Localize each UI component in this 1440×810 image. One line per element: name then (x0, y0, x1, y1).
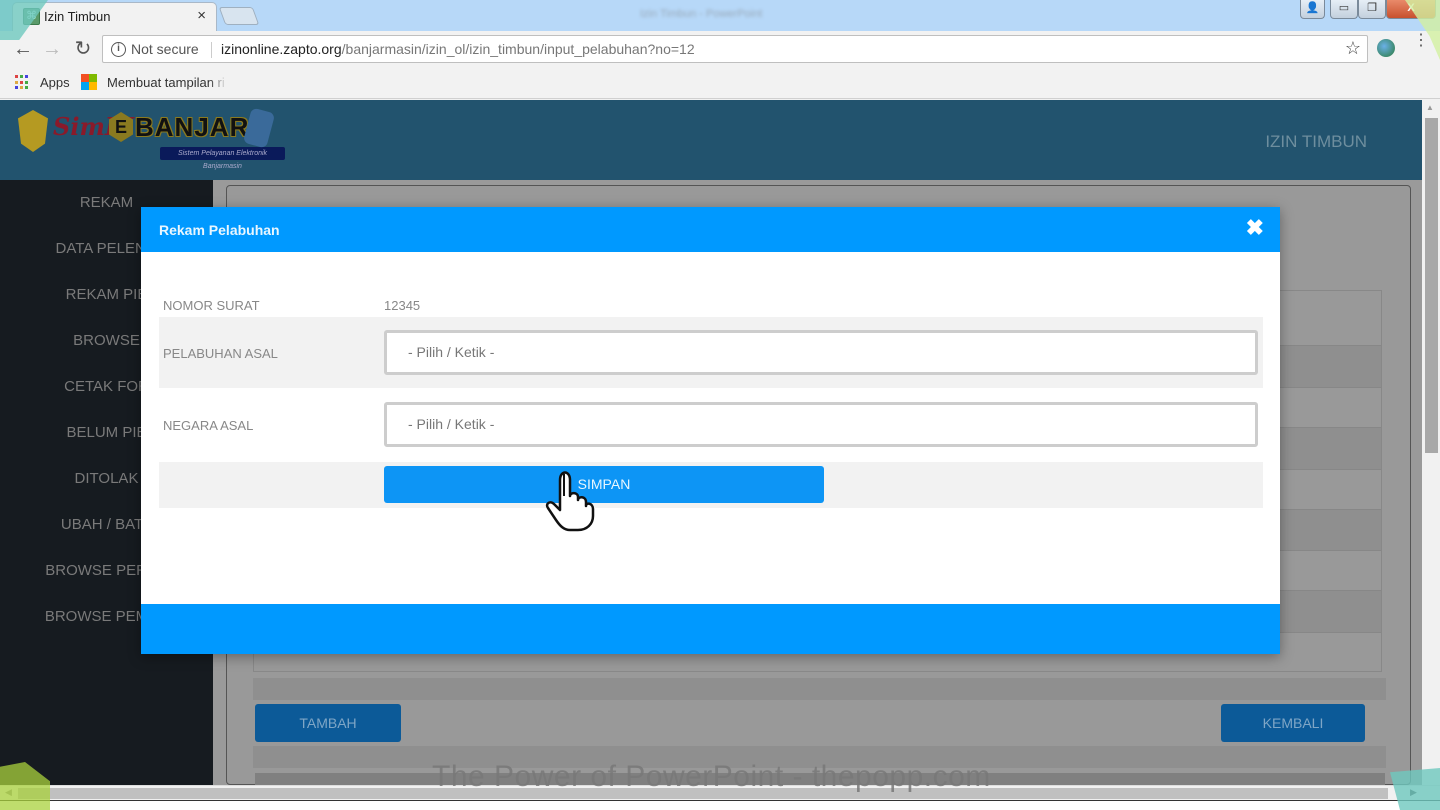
city-emblem-icon (18, 110, 48, 152)
simpan-button[interactable]: SIMPAN (384, 466, 824, 503)
bookmark-membuat-tampilan[interactable]: Membuat tampilan ri (107, 75, 227, 90)
nomor-surat-label: NOMOR SURAT (163, 298, 260, 313)
url-text[interactable]: izinonline.zapto.org/banjarmasin/izin_ol… (221, 41, 695, 57)
browser-toolbar: ← → ↻ i Not secure izinonline.zapto.org/… (0, 31, 1440, 67)
reload-icon[interactable]: ↻ (71, 37, 95, 61)
scroll-up-arrow-icon[interactable]: ▲ (1426, 103, 1434, 112)
info-icon[interactable]: i (111, 42, 126, 57)
bookmarks-bar: Apps Membuat tampilan ri (0, 67, 1440, 99)
modal-header: Rekam Pelabuhan ✖ (141, 207, 1280, 252)
restore-button[interactable]: ❐ (1358, 0, 1386, 19)
hand-pointer-cursor-icon (545, 471, 595, 532)
header-title: IZIN TIMBUN (1265, 132, 1367, 151)
url-path: /banjarmasin/izin_ol/izin_timbun/input_p… (341, 41, 695, 57)
logo-banjar-text: BANJAR (135, 112, 250, 142)
vertical-scroll-thumb[interactable] (1425, 118, 1438, 453)
new-tab-button[interactable] (218, 7, 260, 25)
tambah-button[interactable]: TAMBAH (255, 704, 401, 742)
address-bar[interactable]: i Not secure izinonline.zapto.org/banjar… (102, 35, 1368, 63)
modal-footer (141, 604, 1280, 654)
minimize-button[interactable]: ▭ (1330, 0, 1358, 19)
modal-title: Rekam Pelabuhan (159, 222, 280, 238)
back-arrow-icon[interactable]: ← (11, 37, 35, 61)
window-title: Izin Timbun - PowerPoint (640, 8, 763, 20)
negara-asal-input[interactable]: - Pilih / Ketik - (384, 402, 1258, 447)
pelabuhan-asal-input[interactable]: - Pilih / Ketik - (384, 330, 1258, 375)
url-host: izinonline.zapto.org (221, 41, 342, 57)
vertical-scrollbar[interactable]: ▲ (1422, 100, 1440, 785)
modal-close-icon[interactable]: ✖ (1246, 215, 1264, 241)
extension-globe-icon[interactable] (1377, 39, 1395, 57)
form-row-nomor-surat: NOMOR SURAT 12345 (159, 291, 1263, 317)
logo-tagline: Sistem Pelayanan Elektronik Banjarmasin (160, 147, 285, 170)
bookmark-star-icon[interactable]: ☆ (1345, 38, 1361, 59)
form-row-negara-asal: NEGARA ASAL - Pilih / Ketik - (159, 388, 1263, 462)
pelabuhan-asal-label: PELABUHAN ASAL (163, 346, 278, 361)
bottom-edge (0, 800, 1440, 810)
background-divider (253, 678, 1386, 700)
rekam-pelabuhan-modal: Rekam Pelabuhan ✖ NOMOR SURAT 12345 PELA… (141, 207, 1280, 654)
app-header: SimPI E BANJAR Sistem Pelayanan Elektron… (0, 100, 1422, 180)
tab-title: Izin Timbun (44, 9, 111, 24)
browser-titlebar: ⌘ Izin Timbun × Izin Timbun - PowerPoint… (0, 0, 1440, 31)
nomor-surat-value: 12345 (384, 298, 421, 313)
user-profile-button[interactable]: 👤 (1300, 0, 1325, 19)
microsoft-logo-icon (81, 74, 97, 90)
browser-menu-icon[interactable]: ⋮ (1413, 33, 1429, 49)
watermark-text: The Power of PowerPoint - thepopp.com (432, 760, 991, 793)
tab-close-button[interactable]: × (197, 7, 206, 24)
kembali-button[interactable]: KEMBALI (1221, 704, 1365, 742)
security-status: Not secure (131, 41, 199, 57)
forward-arrow-icon[interactable]: → (40, 37, 64, 61)
apps-grid-icon[interactable] (15, 75, 30, 90)
negara-asal-label: NEGARA ASAL (163, 418, 254, 433)
form-row-pelabuhan-asal: PELABUHAN ASAL - Pilih / Ketik - (159, 317, 1263, 388)
form-row-actions: SIMPAN (159, 462, 1263, 508)
bookmark-apps[interactable]: Apps (40, 75, 70, 90)
address-divider (211, 42, 212, 58)
